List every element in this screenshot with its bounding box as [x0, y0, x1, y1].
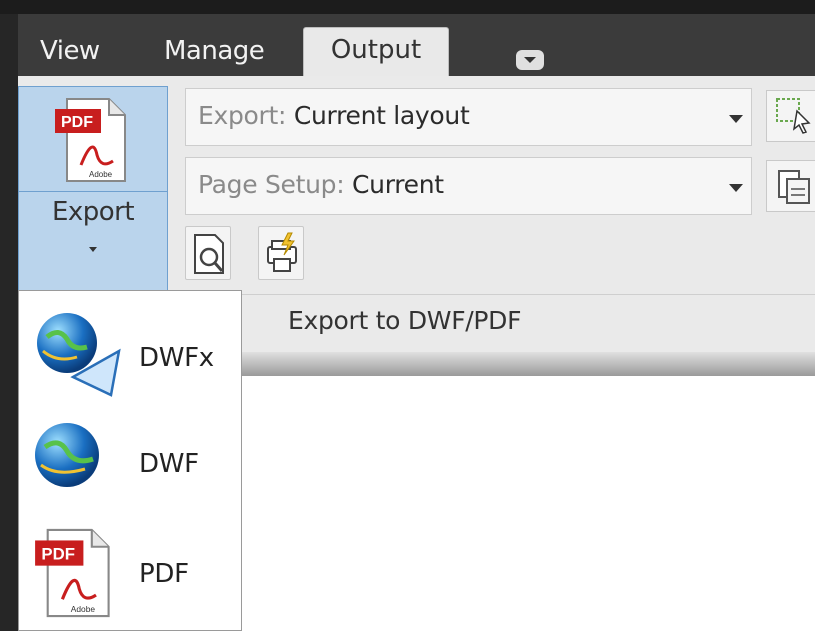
svg-text:PDF: PDF — [41, 544, 75, 563]
window-select-icon — [776, 98, 811, 134]
export-combo-label: Export: — [198, 101, 287, 130]
menu-item-label: PDF — [139, 559, 189, 589]
menu-item-label: DWF — [139, 449, 199, 479]
pdf-export-icon: PDF Adobe — [55, 98, 126, 182]
batch-export-button[interactable] — [258, 226, 304, 280]
tab-output[interactable]: Output — [303, 27, 449, 76]
export-combo-text: Export: Current layout — [198, 101, 470, 130]
page-setup-combo-value: Current — [352, 170, 444, 199]
tab-view[interactable]: View — [40, 34, 100, 68]
window-top-bar — [0, 0, 815, 14]
panel-title: Export to DWF/PDF — [288, 306, 522, 335]
batch-plot-icon — [267, 232, 297, 272]
chevron-down-icon[interactable] — [89, 247, 97, 252]
export-button-top[interactable]: PDF Adobe — [19, 87, 167, 192]
chevron-down-icon[interactable] — [729, 184, 743, 192]
preview-magnifier-icon — [194, 234, 224, 274]
page-setup-combo-text: Page Setup: Current — [198, 170, 444, 199]
menu-item-dwf[interactable]: DWF — [19, 409, 241, 509]
ribbon-tab-bar: View Manage Output — [18, 14, 815, 76]
window-select-button[interactable] — [766, 90, 815, 142]
svg-text:Adobe: Adobe — [71, 604, 96, 614]
export-dropdown-menu: DWFx DWF PDF Adobe PDF — [18, 290, 242, 631]
export-combo-value: Current layout — [293, 101, 470, 130]
menu-item-pdf[interactable]: PDF Adobe PDF — [19, 519, 241, 619]
page-setup-combo[interactable]: Page Setup: Current — [185, 157, 752, 215]
tab-manage[interactable]: Manage — [164, 34, 265, 68]
pdf-document-icon: PDF Adobe — [35, 528, 110, 618]
export-combo[interactable]: Export: Current layout — [185, 88, 752, 146]
page-setup-icon — [778, 170, 810, 204]
dwfx-globe-icon — [37, 313, 121, 397]
menu-item-label: DWFx — [139, 343, 214, 373]
chevron-down-icon[interactable] — [729, 115, 743, 123]
dwf-globe-icon — [35, 423, 99, 487]
export-button-label[interactable]: Export — [19, 197, 167, 227]
svg-text:PDF: PDF — [61, 114, 93, 131]
menu-item-dwfx[interactable]: DWFx — [19, 299, 241, 399]
page-setup-combo-label: Page Setup: — [198, 170, 345, 199]
page-setup-options-button[interactable] — [766, 160, 815, 212]
preview-button[interactable] — [185, 226, 231, 280]
svg-text:Adobe: Adobe — [89, 170, 113, 179]
left-edge — [0, 14, 18, 631]
ribbon-minimize-button[interactable] — [516, 50, 544, 70]
panel-divider — [168, 294, 815, 295]
